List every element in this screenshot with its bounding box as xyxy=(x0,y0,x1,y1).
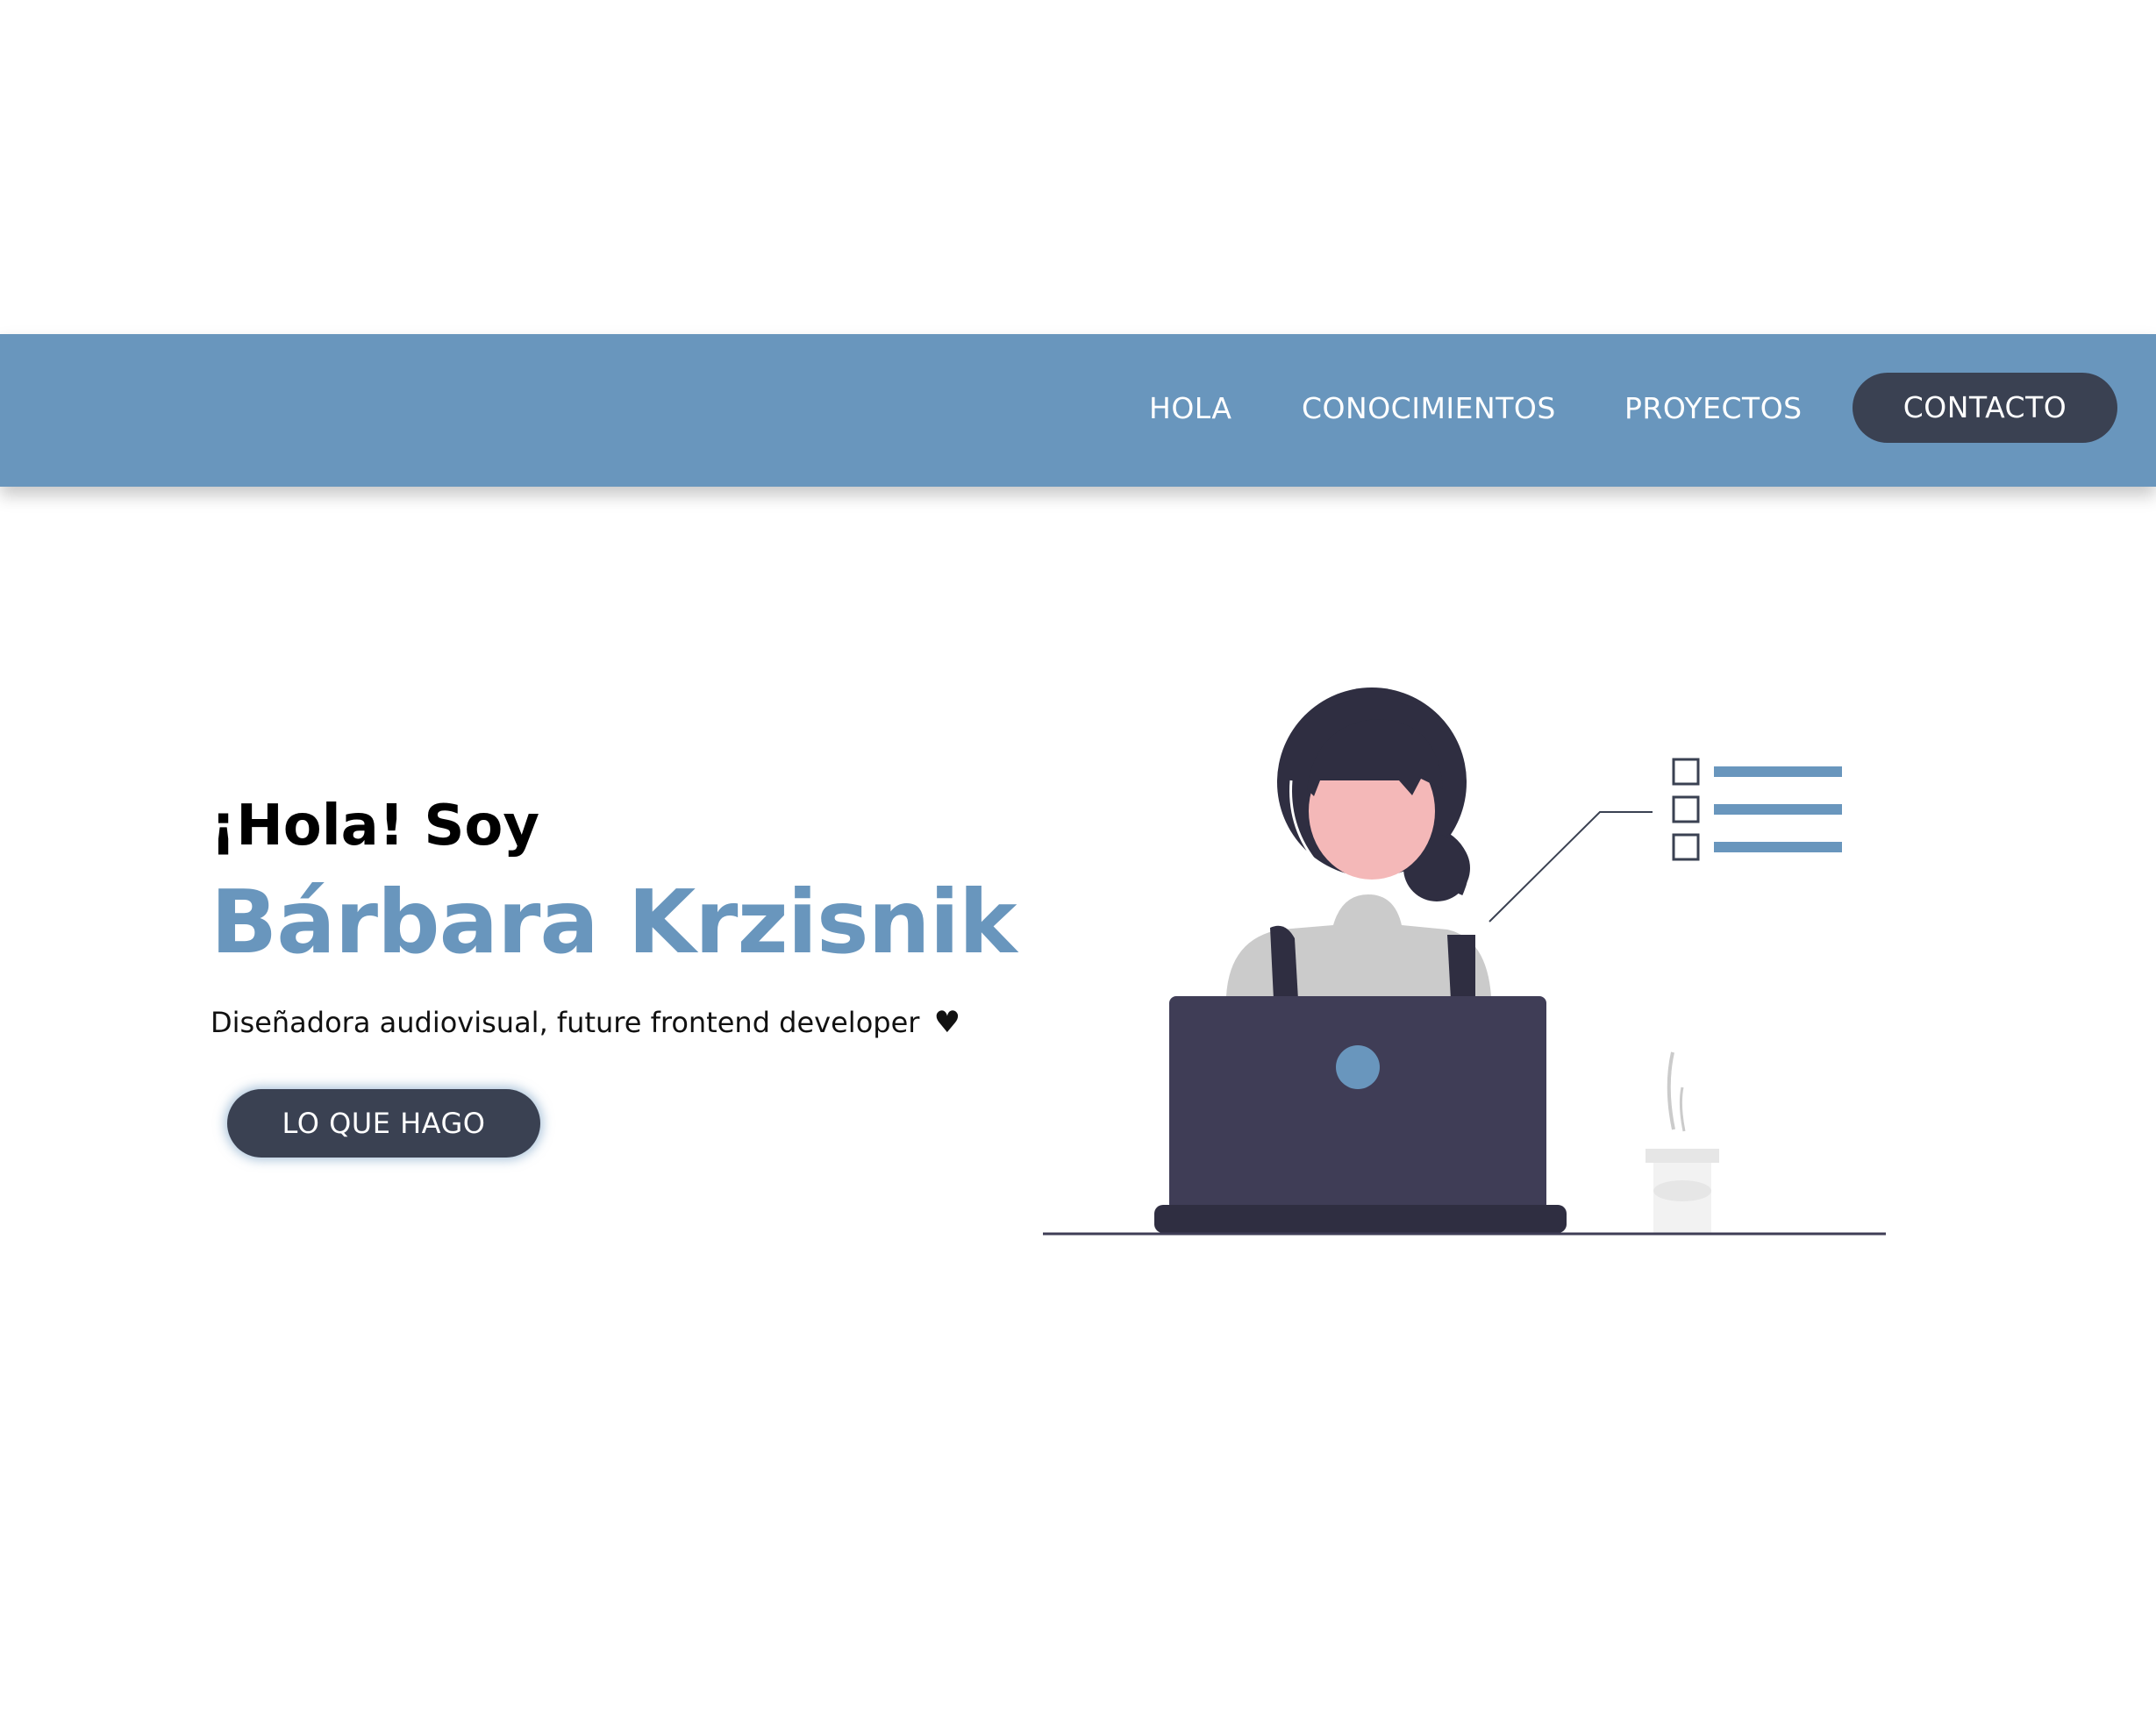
hero-subtitle-text: Diseñadora audiovisual, future frontend … xyxy=(211,1006,920,1039)
coffee-cup-icon xyxy=(1646,1051,1719,1233)
nav-link-conocimientos[interactable]: CONOCIMIENTOS xyxy=(1302,387,1556,431)
hero-greeting: ¡Hola! Soy xyxy=(211,794,540,858)
woman-figure xyxy=(1226,687,1491,1000)
checklist-icon xyxy=(1672,758,1842,861)
heart-icon: ♥ xyxy=(933,1005,961,1040)
top-navbar: HOLA CONOCIMIENTOS PROYECTOS CONTACTO xyxy=(0,334,2156,487)
laptop-icon xyxy=(1154,996,1567,1233)
hero-subtitle: Diseñadora audiovisual, future frontend … xyxy=(211,1005,960,1040)
nav-link-hola[interactable]: HOLA xyxy=(1149,387,1232,431)
nav-link-proyectos[interactable]: PROYECTOS xyxy=(1624,387,1803,431)
woman-at-laptop-illustration xyxy=(1043,687,1886,1236)
lo-que-hago-button[interactable]: LO QUE HAGO xyxy=(227,1089,540,1158)
contact-button[interactable]: CONTACTO xyxy=(1853,373,2117,443)
hero-name: Bárbara Krzisnik xyxy=(211,871,1017,973)
